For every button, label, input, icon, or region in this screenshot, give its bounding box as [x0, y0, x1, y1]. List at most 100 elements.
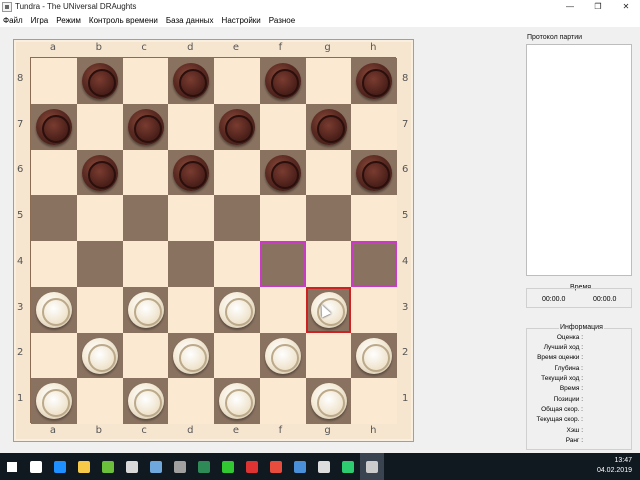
- white-checker-e1[interactable]: [219, 383, 255, 420]
- square-e2[interactable]: [214, 332, 260, 379]
- square-d8[interactable]: [168, 58, 214, 104]
- square-f3[interactable]: [259, 286, 306, 333]
- white-checker-b2[interactable]: [81, 337, 118, 374]
- white-checker-d2[interactable]: [173, 337, 210, 374]
- minimize-button[interactable]: —: [556, 0, 584, 13]
- square-h5[interactable]: [351, 195, 397, 241]
- media-player-icon[interactable]: [144, 453, 168, 480]
- square-a1[interactable]: [31, 378, 77, 424]
- square-c6[interactable]: [122, 149, 169, 196]
- square-d7[interactable]: [168, 103, 214, 150]
- square-d2[interactable]: [168, 332, 214, 379]
- square-c5[interactable]: [122, 195, 169, 241]
- minecraft-icon[interactable]: [96, 453, 120, 480]
- game-icon[interactable]: [336, 453, 360, 480]
- square-a6[interactable]: [31, 149, 77, 196]
- close-button[interactable]: ✕: [612, 0, 640, 13]
- white-checker-e3[interactable]: [219, 291, 255, 328]
- menu-time-control[interactable]: Контроль времени: [89, 16, 158, 25]
- menu-settings[interactable]: Настройки: [222, 16, 261, 25]
- black-checker-f8[interactable]: [264, 63, 301, 99]
- square-e4[interactable]: [214, 241, 260, 287]
- black-checker-d8[interactable]: [173, 63, 210, 99]
- square-c3[interactable]: [122, 286, 169, 333]
- menu-database[interactable]: База данных: [166, 16, 214, 25]
- square-e5[interactable]: [214, 195, 260, 241]
- task-view-icon[interactable]: [24, 453, 48, 480]
- square-d1[interactable]: [168, 378, 214, 424]
- yandex-browser-icon[interactable]: [264, 453, 288, 480]
- menu-file[interactable]: Файл: [3, 16, 23, 25]
- maximize-button[interactable]: ❐: [584, 0, 612, 13]
- checkers-board[interactable]: [30, 57, 397, 424]
- square-c8[interactable]: [122, 58, 169, 104]
- square-a2[interactable]: [31, 332, 77, 379]
- square-h4[interactable]: [351, 241, 397, 287]
- square-h1[interactable]: [351, 378, 397, 424]
- white-checker-c3[interactable]: [127, 291, 164, 328]
- black-checker-e7[interactable]: [219, 108, 255, 145]
- square-a3[interactable]: [31, 286, 77, 333]
- black-checker-h6[interactable]: [356, 154, 393, 191]
- square-d3[interactable]: [168, 286, 214, 333]
- square-b4[interactable]: [76, 241, 123, 287]
- square-f1[interactable]: [259, 378, 306, 424]
- taskbar-clock[interactable]: 13:47 04.02.2019: [597, 456, 632, 476]
- black-checker-h8[interactable]: [356, 63, 393, 99]
- black-checker-d6[interactable]: [173, 154, 210, 191]
- square-d6[interactable]: [168, 149, 214, 196]
- square-c2[interactable]: [122, 332, 169, 379]
- edge-browser-icon[interactable]: [48, 453, 72, 480]
- square-b2[interactable]: [76, 332, 123, 379]
- square-b5[interactable]: [76, 195, 123, 241]
- square-f5[interactable]: [259, 195, 306, 241]
- square-h8[interactable]: [351, 58, 397, 104]
- yandex-icon[interactable]: [240, 453, 264, 480]
- square-e1[interactable]: [214, 378, 260, 424]
- square-g4[interactable]: [305, 241, 352, 287]
- white-checker-h2[interactable]: [356, 337, 393, 374]
- black-checker-g7[interactable]: [310, 108, 347, 145]
- square-e8[interactable]: [214, 58, 260, 104]
- white-checker-f2[interactable]: [264, 337, 301, 374]
- square-e7[interactable]: [214, 103, 260, 150]
- black-checker-b8[interactable]: [81, 63, 118, 99]
- square-c7[interactable]: [122, 103, 169, 150]
- black-checker-a7[interactable]: [36, 108, 72, 145]
- square-h7[interactable]: [351, 103, 397, 150]
- square-d4[interactable]: [168, 241, 214, 287]
- game-protocol-list[interactable]: [526, 44, 632, 276]
- square-h6[interactable]: [351, 149, 397, 196]
- square-a8[interactable]: [31, 58, 77, 104]
- square-d5[interactable]: [168, 195, 214, 241]
- square-b8[interactable]: [76, 58, 123, 104]
- mail-agent-icon[interactable]: [216, 453, 240, 480]
- square-e6[interactable]: [214, 149, 260, 196]
- square-c4[interactable]: [122, 241, 169, 287]
- square-b3[interactable]: [76, 286, 123, 333]
- square-f6[interactable]: [259, 149, 306, 196]
- square-b7[interactable]: [76, 103, 123, 150]
- square-g2[interactable]: [305, 332, 352, 379]
- square-f4[interactable]: [259, 241, 306, 287]
- square-f8[interactable]: [259, 58, 306, 104]
- mail-icon[interactable]: [312, 453, 336, 480]
- chrome-icon[interactable]: [288, 453, 312, 480]
- calculator-icon[interactable]: [168, 453, 192, 480]
- white-checker-a1[interactable]: [36, 383, 72, 420]
- square-a5[interactable]: [31, 195, 77, 241]
- square-c1[interactable]: [122, 378, 169, 424]
- windows-start-icon[interactable]: [0, 453, 24, 480]
- square-h3[interactable]: [351, 286, 397, 333]
- spreadsheet-icon[interactable]: [192, 453, 216, 480]
- white-checker-g1[interactable]: [310, 383, 347, 420]
- tundra-app-icon[interactable]: [360, 453, 384, 480]
- black-checker-b6[interactable]: [81, 154, 118, 191]
- white-checker-a3[interactable]: [36, 291, 72, 328]
- square-b1[interactable]: [76, 378, 123, 424]
- square-b6[interactable]: [76, 149, 123, 196]
- square-a7[interactable]: [31, 103, 77, 150]
- menu-misc[interactable]: Разное: [269, 16, 295, 25]
- menu-game[interactable]: Игра: [31, 16, 49, 25]
- square-h2[interactable]: [351, 332, 397, 379]
